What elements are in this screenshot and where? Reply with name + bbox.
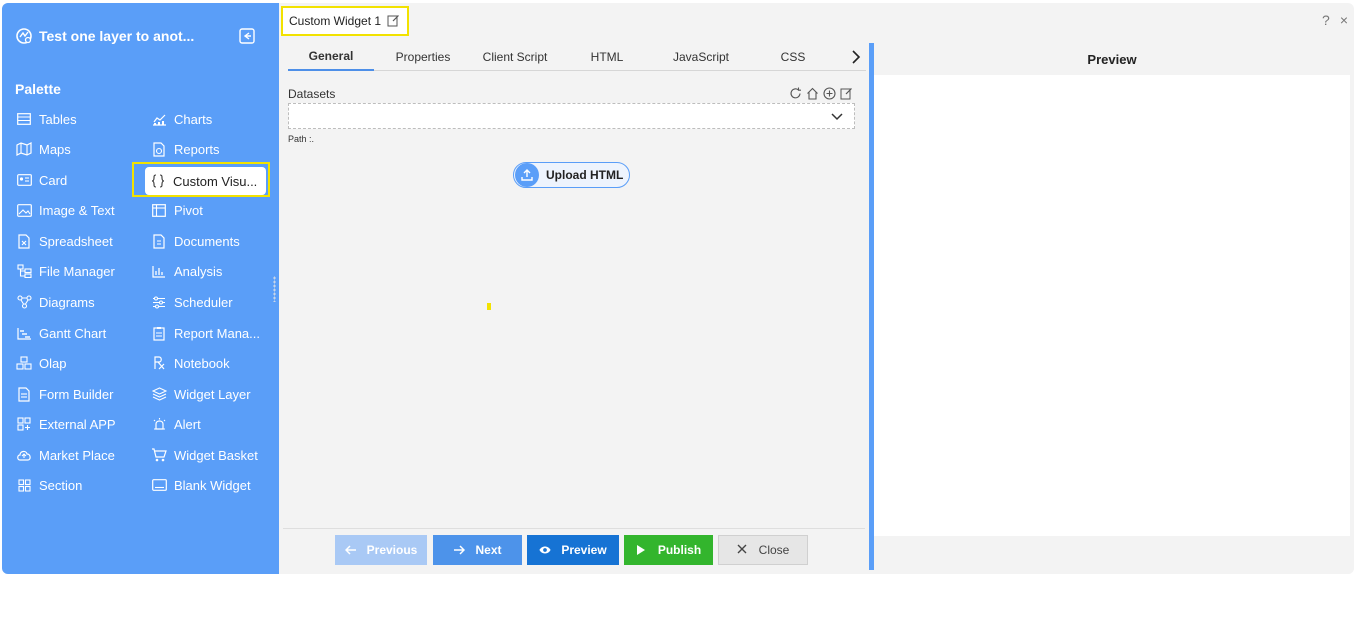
publish-button[interactable]: Publish	[624, 535, 713, 565]
blank-widget-icon	[151, 477, 167, 493]
window-controls: ? ×	[1322, 12, 1348, 28]
eye-icon	[539, 544, 551, 556]
alert-icon	[151, 416, 167, 432]
play-icon	[636, 544, 648, 556]
preview-canvas	[874, 75, 1350, 536]
path-label: Path :.	[288, 134, 315, 144]
palette-item-documents[interactable]: Documents	[151, 230, 240, 252]
pivot-icon	[151, 202, 167, 218]
analysis-icon	[151, 263, 167, 279]
file-manager-icon	[16, 263, 32, 279]
palette-item-tables[interactable]: Tables	[16, 108, 77, 130]
document-icon	[151, 233, 167, 249]
palette-item-card[interactable]: Card	[16, 169, 67, 191]
palette-item-charts[interactable]: Charts	[151, 108, 212, 130]
palette-item-market-place[interactable]: Market Place	[16, 444, 115, 466]
upload-icon	[515, 163, 539, 187]
report-manager-icon	[151, 325, 167, 341]
map-icon	[16, 141, 32, 157]
palette-item-file-manager[interactable]: File Manager	[16, 260, 115, 282]
widget-editor-panel: Custom Widget 1 General Properties Clien…	[279, 3, 872, 574]
table-icon	[16, 111, 32, 127]
app-window: Test one layer to anot... Palette Tables…	[2, 3, 1354, 574]
palette-label: Palette	[15, 81, 61, 97]
previous-button[interactable]: Previous	[335, 535, 427, 565]
tab-general[interactable]: General	[288, 43, 374, 71]
palette-item-notebook[interactable]: Notebook	[151, 352, 230, 374]
edit-title-icon[interactable]	[387, 14, 401, 28]
close-button[interactable]: Close	[718, 535, 808, 565]
scheduler-icon	[151, 294, 167, 310]
dataset-actions	[789, 87, 854, 101]
home-icon[interactable]	[806, 87, 820, 101]
help-icon[interactable]: ?	[1322, 12, 1330, 28]
palette-item-scheduler[interactable]: Scheduler	[151, 291, 233, 313]
arrow-right-icon	[453, 544, 466, 556]
edit-dataset-icon[interactable]	[840, 87, 854, 101]
spreadsheet-icon	[16, 233, 32, 249]
palette-item-maps[interactable]: Maps	[16, 138, 71, 160]
card-icon	[16, 172, 32, 188]
cloud-icon	[16, 447, 32, 463]
palette-item-alert[interactable]: Alert	[151, 413, 201, 435]
sidebar-resize-handle[interactable]	[273, 276, 276, 302]
section-icon	[16, 477, 32, 493]
highlight-box	[132, 162, 270, 197]
report-icon	[151, 141, 167, 157]
palette-sidebar: Test one layer to anot... Palette Tables…	[2, 3, 279, 574]
tab-client-script[interactable]: Client Script	[472, 43, 558, 71]
footer-divider	[283, 528, 865, 529]
arrow-left-icon	[344, 544, 357, 556]
tab-javascript[interactable]: JavaScript	[656, 43, 746, 71]
image-icon	[16, 202, 32, 218]
palette-item-report-manager[interactable]: Report Mana...	[151, 322, 260, 344]
next-button[interactable]: Next	[433, 535, 522, 565]
olap-icon	[16, 355, 32, 371]
widget-title[interactable]: Custom Widget 1	[281, 6, 410, 36]
editor-tabs: General Properties Client Script HTML Ja…	[288, 43, 866, 71]
layers-icon	[151, 386, 167, 402]
app-logo-icon	[14, 26, 34, 46]
chart-icon	[151, 111, 167, 127]
chevron-down-icon	[830, 110, 844, 124]
datasets-label: Datasets	[288, 87, 336, 101]
form-icon	[16, 386, 32, 402]
palette-item-external-app[interactable]: External APP	[16, 413, 116, 435]
preview-button[interactable]: Preview	[527, 535, 619, 565]
sidebar-header: Test one layer to anot...	[14, 25, 266, 47]
refresh-icon[interactable]	[789, 87, 803, 101]
palette-item-image-text[interactable]: Image & Text	[16, 199, 115, 221]
external-app-icon	[16, 416, 32, 432]
preview-panel: Preview	[874, 43, 1354, 574]
palette-item-widget-basket[interactable]: Widget Basket	[151, 444, 258, 466]
palette-item-form-builder[interactable]: Form Builder	[16, 383, 113, 405]
palette-item-pivot[interactable]: Pivot	[151, 199, 203, 221]
palette-item-blank-widget[interactable]: Blank Widget	[151, 474, 251, 496]
preview-title: Preview	[1087, 51, 1137, 67]
tab-html[interactable]: HTML	[564, 43, 650, 71]
cursor-marker	[487, 303, 491, 310]
chevron-right-icon[interactable]	[846, 43, 866, 71]
notebook-icon	[151, 355, 167, 371]
window-close-icon[interactable]: ×	[1340, 12, 1348, 28]
palette-item-gantt-chart[interactable]: Gantt Chart	[16, 322, 106, 344]
palette-item-section[interactable]: Section	[16, 474, 82, 496]
datasets-dropdown[interactable]	[288, 103, 855, 129]
palette-item-diagrams[interactable]: Diagrams	[16, 291, 95, 313]
upload-html-button[interactable]: Upload HTML	[513, 162, 630, 188]
tab-css[interactable]: CSS	[750, 43, 836, 71]
palette-item-olap[interactable]: Olap	[16, 352, 66, 374]
palette-item-analysis[interactable]: Analysis	[151, 260, 222, 282]
close-icon	[737, 544, 749, 556]
workspace-title: Test one layer to anot...	[39, 28, 195, 44]
gantt-icon	[16, 325, 32, 341]
palette-item-reports[interactable]: Reports	[151, 138, 220, 160]
tab-properties[interactable]: Properties	[380, 43, 466, 71]
palette-item-spreadsheet[interactable]: Spreadsheet	[16, 230, 113, 252]
add-circle-icon[interactable]	[823, 87, 837, 101]
diagram-icon	[16, 294, 32, 310]
palette-item-widget-layer[interactable]: Widget Layer	[151, 383, 251, 405]
basket-icon	[151, 447, 167, 463]
collapse-sidebar-icon[interactable]	[236, 25, 258, 47]
